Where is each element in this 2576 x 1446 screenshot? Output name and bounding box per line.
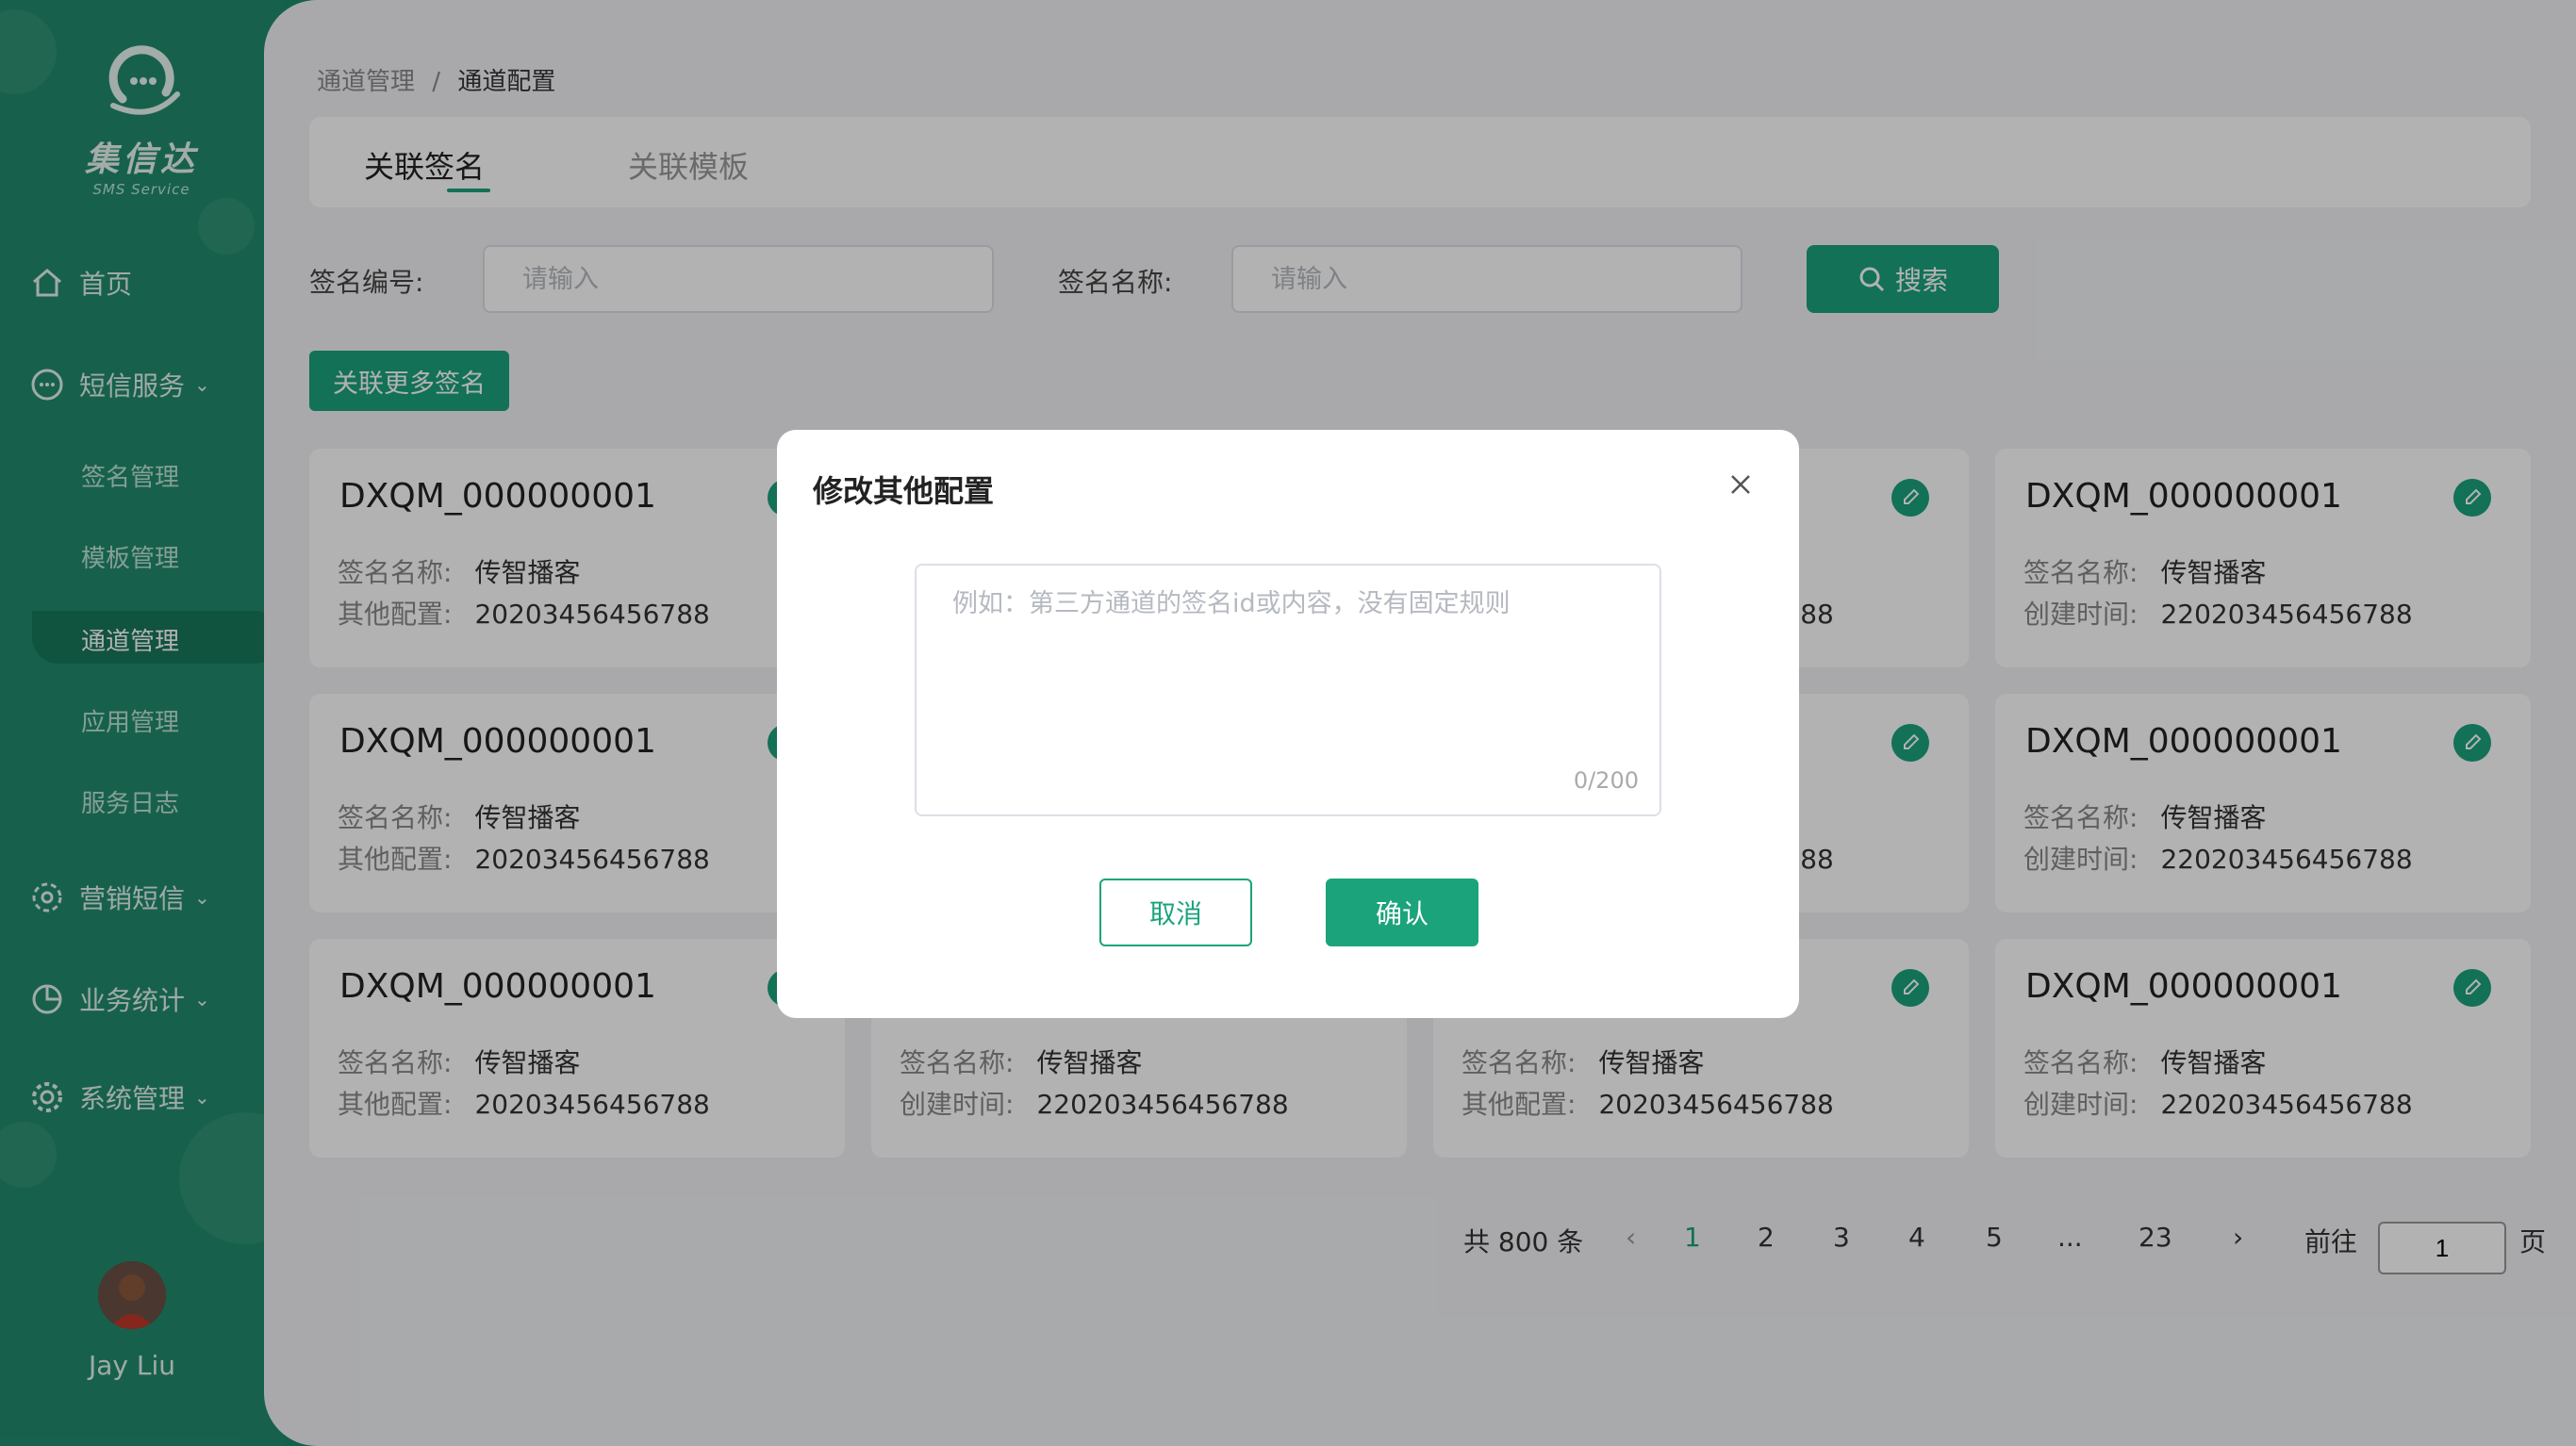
char-count: 0/200 (1573, 767, 1639, 794)
confirm-button[interactable]: 确认 (1326, 879, 1478, 946)
edit-config-dialog: 修改其他配置 0/200 取消 确认 (777, 430, 1799, 1018)
close-icon[interactable] (1724, 468, 1758, 501)
dialog-title: 修改其他配置 (813, 473, 995, 509)
cancel-button[interactable]: 取消 (1099, 879, 1252, 946)
config-textarea[interactable] (915, 564, 1661, 816)
